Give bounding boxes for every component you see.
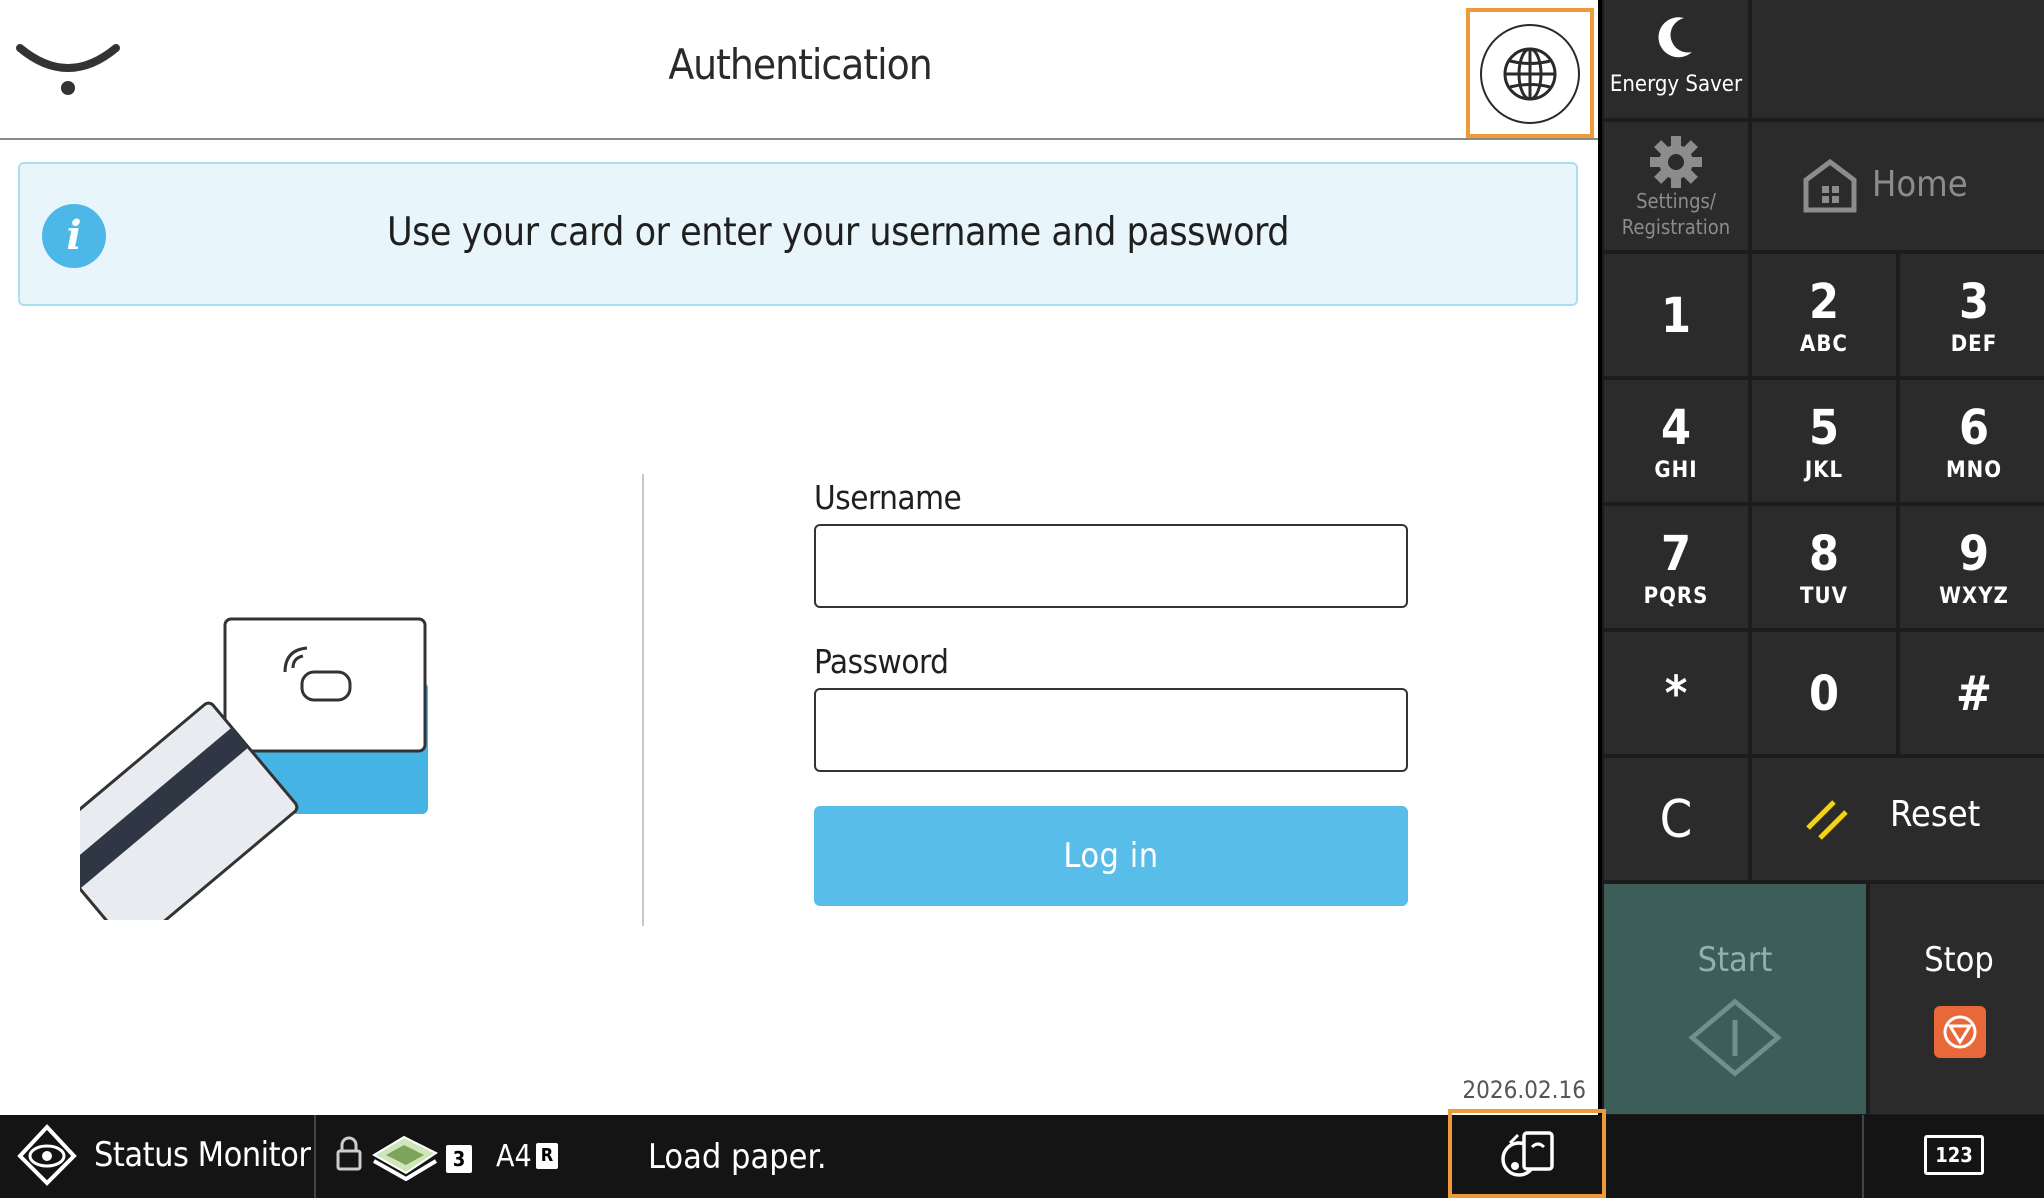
key-0[interactable]: 0	[1752, 632, 1896, 754]
reset-icon	[1806, 800, 1848, 840]
status-monitor-label: Status Monitor	[94, 1135, 311, 1175]
chevron-down-icon	[16, 44, 120, 95]
remote-operation-button[interactable]	[1448, 1109, 1606, 1198]
paper-size: A4	[496, 1139, 532, 1174]
key-hash[interactable]: #	[1900, 632, 2044, 754]
key-number: 8	[1808, 526, 1840, 582]
collapse-button[interactable]	[0, 18, 140, 128]
key-8[interactable]: 8 TUV	[1752, 506, 1896, 628]
username-field[interactable]	[814, 524, 1408, 608]
key-6[interactable]: 6 MNO	[1900, 380, 2044, 502]
key-number: #	[1955, 666, 1993, 722]
key-5[interactable]: 5 JKL	[1752, 380, 1896, 502]
keypad-toggle-button[interactable]: 123	[1864, 1115, 2044, 1198]
reset-button[interactable]: Reset	[1752, 758, 2044, 880]
key-letters: DEF	[1950, 332, 1998, 357]
start-button[interactable]: Start	[1604, 884, 1866, 1114]
paper-info: 3 A4 R	[330, 1115, 590, 1198]
language-button-ring	[1480, 24, 1580, 124]
info-banner: i Use your card or enter your username a…	[18, 162, 1578, 306]
authentication-panel: Authentication i Use your card or enter …	[0, 0, 1598, 1115]
login-button[interactable]: Log in	[814, 806, 1408, 906]
key-letters: MNO	[1945, 458, 2003, 483]
card-reader-icon	[41, 617, 428, 949]
stop-label: Stop	[1924, 940, 1994, 980]
key-2[interactable]: 2 ABC	[1752, 254, 1896, 376]
key-letters: ABC	[1800, 332, 1848, 357]
language-button[interactable]	[1466, 8, 1594, 138]
paper-drawer-icon	[372, 1135, 438, 1181]
card-reader-illustration	[41, 610, 440, 949]
start-icon	[1688, 998, 1782, 1077]
keypad-icon: 123	[1924, 1135, 1984, 1175]
key-number: 5	[1808, 400, 1840, 456]
key-number: 9	[1958, 526, 1990, 582]
key-9[interactable]: 9 WXYZ	[1900, 506, 2044, 628]
status-message: Load paper.	[648, 1137, 827, 1177]
paper-tray-number: 3	[446, 1145, 472, 1173]
info-message: Use your card or enter your username and…	[386, 210, 1290, 255]
key-1[interactable]: 1	[1604, 254, 1748, 376]
empty-slot	[1752, 0, 2044, 118]
key-number: 4	[1660, 400, 1692, 456]
key-3[interactable]: 3 DEF	[1900, 254, 2044, 376]
energy-saver-label: Energy Saver	[1609, 72, 1743, 97]
key-letters: TUV	[1800, 584, 1848, 609]
password-label: Password	[814, 642, 949, 681]
stop-button[interactable]: Stop	[1870, 884, 2044, 1114]
key-letters: PQRS	[1643, 584, 1709, 609]
clear-label: C	[1659, 790, 1693, 850]
home-label: Home	[1872, 164, 1968, 205]
remote-operation-icon	[1501, 1131, 1554, 1177]
divider	[642, 474, 644, 926]
moon-icon	[1658, 17, 1692, 58]
clear-button[interactable]: C	[1604, 758, 1748, 880]
settings-label-line2: Registration	[1621, 215, 1731, 239]
header: Authentication	[0, 0, 1598, 140]
key-7[interactable]: 7 PQRS	[1604, 506, 1748, 628]
key-number: *	[1664, 666, 1688, 722]
info-icon: i	[42, 204, 106, 268]
energy-saver-button[interactable]: Energy Saver	[1604, 0, 1748, 118]
username-label: Username	[814, 478, 962, 517]
key-letters: WXYZ	[1939, 584, 2009, 609]
settings-label-line1: Settings/	[1636, 189, 1716, 213]
reset-label: Reset	[1890, 794, 1981, 835]
paper-orientation-badge: R	[536, 1143, 558, 1169]
password-field[interactable]	[814, 688, 1408, 772]
page-title: Authentication	[668, 40, 932, 89]
date-display: 2026.02.16	[1462, 1076, 1586, 1104]
key-letters: GHI	[1654, 458, 1698, 483]
lock-icon	[336, 1136, 362, 1171]
start-label: Start	[1697, 940, 1773, 980]
control-panel: Energy Saver Settings/ Registration Home…	[1598, 0, 2044, 1115]
key-number: 7	[1660, 526, 1692, 582]
stop-icon	[1934, 1006, 1986, 1058]
status-monitor-button[interactable]: Status Monitor	[0, 1115, 316, 1198]
settings-registration-button[interactable]: Settings/ Registration	[1604, 122, 1748, 250]
key-4[interactable]: 4 GHI	[1604, 380, 1748, 502]
key-letters: JKL	[1804, 458, 1844, 483]
key-number: 2	[1808, 274, 1840, 330]
settings-label: Settings/ Registration	[1604, 188, 1748, 240]
key-number: 0	[1808, 666, 1840, 722]
gear-icon	[1650, 136, 1702, 188]
status-monitor-icon	[17, 1124, 77, 1186]
key-star[interactable]: *	[1604, 632, 1748, 754]
status-bar: Status Monitor 3 A4 R Load paper. 123	[0, 1109, 2044, 1198]
home-icon	[1803, 158, 1857, 213]
key-number: 3	[1958, 274, 1990, 330]
key-number: 1	[1660, 288, 1692, 344]
home-button[interactable]: Home	[1752, 122, 2044, 250]
key-number: 6	[1958, 400, 1990, 456]
globe-icon	[1503, 47, 1557, 101]
